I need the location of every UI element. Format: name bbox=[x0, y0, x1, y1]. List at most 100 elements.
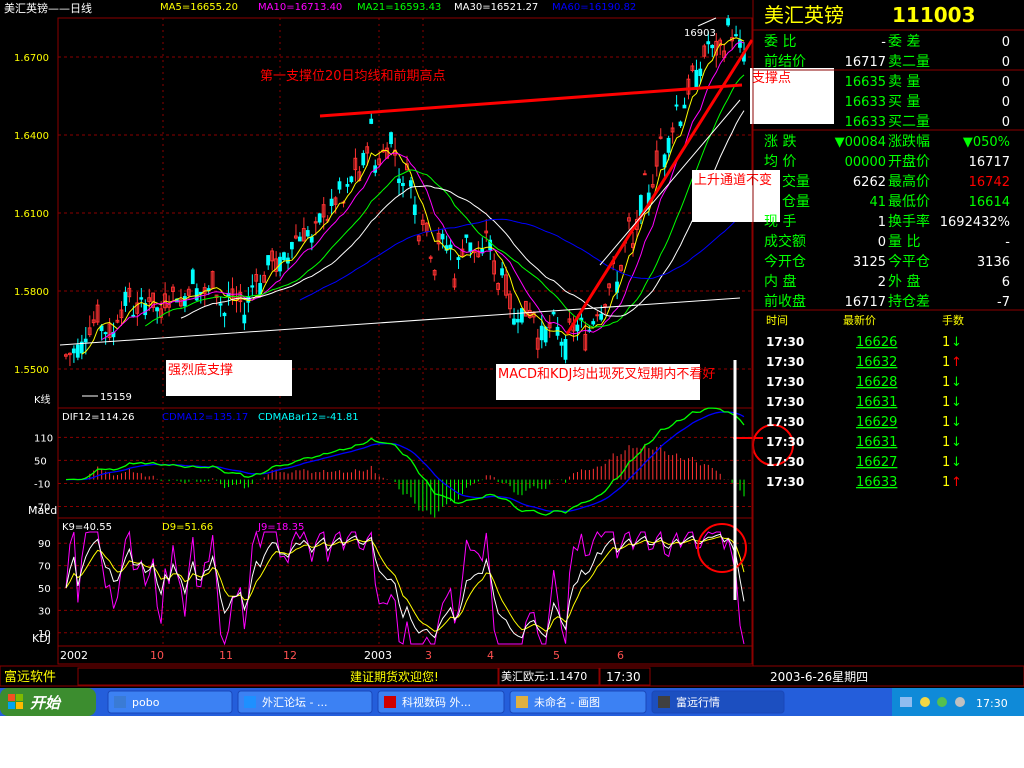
y-tick-label: 1.6400 bbox=[14, 131, 49, 142]
taskbar-task-button[interactable]: 科视数码 外... bbox=[377, 690, 505, 714]
quote-label-fragment: 交量 bbox=[782, 173, 810, 190]
annotation-support-point: 支撑点 bbox=[752, 71, 791, 86]
x-tick-label: 11 bbox=[219, 649, 233, 662]
quote-value: 1 bbox=[878, 215, 886, 230]
trade-direction-icon: ↓ bbox=[951, 395, 962, 410]
trade-qty: 1 bbox=[942, 335, 950, 350]
quote-value: 1692432% bbox=[940, 215, 1010, 230]
candle-body bbox=[734, 34, 738, 37]
taskbar-task-button[interactable]: 富远行情 bbox=[651, 690, 785, 714]
taskbar-task-button[interactable]: 外汇论坛 - ... bbox=[237, 690, 373, 714]
candle-body bbox=[282, 252, 286, 261]
volume-icon[interactable] bbox=[955, 697, 965, 707]
candle-body bbox=[266, 255, 270, 266]
candle-body bbox=[182, 296, 187, 307]
candle-body bbox=[512, 318, 516, 325]
trade-time: 17:30 bbox=[766, 335, 804, 349]
macd-value: CDMA12=135.17 bbox=[162, 412, 248, 423]
candle-body bbox=[401, 182, 405, 187]
candle-body bbox=[345, 184, 350, 187]
trade-direction-icon: ↓ bbox=[951, 415, 962, 430]
candle-body bbox=[595, 314, 600, 317]
y-tick-label: 50 bbox=[34, 456, 47, 467]
trade-direction-icon: ↓ bbox=[951, 455, 962, 470]
kdj-value: K9=40.55 bbox=[62, 522, 112, 533]
kdj-header: K9=40.55 D9=51.66 J9=18.35 bbox=[62, 522, 304, 533]
low-price-label: 15159 bbox=[100, 392, 132, 403]
trade-direction-icon: ↑ bbox=[951, 355, 962, 370]
annotation-macd-kdj: MACD和KDJ均出现死叉短期内不看好 bbox=[498, 366, 715, 382]
quote-value: ▼050% bbox=[963, 135, 1010, 150]
high-price-label: 16903 bbox=[684, 28, 716, 39]
quote-label: 今开仓 bbox=[764, 254, 806, 270]
y-tick-label: 110 bbox=[34, 433, 53, 444]
status-bar: 富远软件 建证期货欢迎您! 美汇欧元:1.1470 17:30 2003-6-2… bbox=[0, 665, 1024, 687]
windows-taskbar: 开始 pobo 外汇论坛 - ... 科视数码 外... 未命名 - 画图 富远行情 1… bbox=[0, 688, 1024, 716]
instrument-name: 美汇英镑 bbox=[764, 3, 844, 27]
quote-value: 0 bbox=[878, 235, 886, 250]
start-label: 开始 bbox=[30, 694, 62, 712]
trade-direction-icon: ↓ bbox=[951, 335, 962, 350]
trade-time: 17:30 bbox=[766, 455, 804, 469]
quote-value: - bbox=[881, 35, 886, 50]
ma-label: MA60=16190.82 bbox=[552, 2, 636, 13]
candle-body bbox=[290, 242, 294, 250]
quote-value: 2 bbox=[878, 275, 886, 290]
quote-label: 均 价 bbox=[764, 154, 796, 170]
trade-price: 16631 bbox=[856, 395, 897, 410]
candle-body bbox=[440, 233, 445, 240]
user-icon[interactable] bbox=[937, 697, 947, 707]
start-button[interactable]: 开始 bbox=[0, 688, 96, 716]
trade-qty: 1 bbox=[942, 475, 950, 490]
annotation-support-ma20: 第一支撑位20日均线和前期高点 bbox=[260, 68, 446, 84]
candle-body bbox=[698, 68, 703, 76]
status-date: 2003-6-26星期四 bbox=[770, 670, 868, 684]
quote-value: -7 bbox=[997, 295, 1010, 310]
candle-body bbox=[397, 178, 401, 184]
quote-value: 3125 bbox=[853, 255, 886, 270]
taskbar-task-button[interactable]: pobo bbox=[107, 690, 233, 714]
trade-time: 17:30 bbox=[766, 395, 804, 409]
task-label: 外汇论坛 - ... bbox=[262, 695, 327, 709]
candle-body bbox=[456, 257, 461, 260]
quote-value: 41 bbox=[869, 195, 886, 210]
candle-body bbox=[559, 341, 564, 346]
quote-label: 内 盘 bbox=[764, 273, 796, 290]
candle-body bbox=[337, 181, 342, 190]
trade-price: 16628 bbox=[856, 375, 897, 390]
candle-body bbox=[543, 327, 548, 343]
y-tick-label: -10 bbox=[34, 479, 50, 490]
messenger-icon[interactable] bbox=[920, 697, 930, 707]
candle-body bbox=[71, 348, 76, 354]
candle-body bbox=[674, 104, 679, 107]
quote-label: 前结价 bbox=[764, 53, 806, 70]
candle-body bbox=[190, 269, 195, 285]
trade-time: 17:30 bbox=[766, 435, 804, 449]
trade-price: 16633 bbox=[856, 475, 897, 490]
trade-direction-icon: ↓ bbox=[951, 375, 962, 390]
quote-label: 持仓差 bbox=[888, 294, 930, 310]
y-tick-label: 1.5800 bbox=[14, 287, 49, 298]
quote-label: 买二量 bbox=[888, 114, 930, 130]
trade-direction-icon: ↓ bbox=[951, 435, 962, 450]
candle-body bbox=[516, 318, 520, 323]
trade-qty: 1 bbox=[942, 395, 950, 410]
ma-label: MA30=16521.27 bbox=[454, 2, 538, 13]
quote-label: 最低价 bbox=[888, 194, 930, 210]
quote-value: 16635 bbox=[845, 75, 886, 90]
quote-value: 16614 bbox=[969, 195, 1010, 210]
ma-label: MA5=16655.20 bbox=[160, 2, 238, 13]
network-icon[interactable] bbox=[900, 697, 912, 707]
y-tick-label: 30 bbox=[38, 606, 51, 617]
quote-label: 涨 跌 bbox=[764, 134, 796, 150]
quote-value: 0 bbox=[1002, 95, 1010, 110]
taskbar-task-button[interactable]: 未命名 - 画图 bbox=[509, 690, 647, 714]
ma-legend: MA5=16655.20 MA10=16713.40 MA21=16593.43 MA… bbox=[160, 2, 636, 13]
candle-body bbox=[575, 324, 580, 332]
trade-price: 16631 bbox=[856, 435, 897, 450]
quote-label: 委 比 bbox=[764, 34, 796, 50]
x-tick-label: 4 bbox=[487, 649, 494, 662]
candle-body bbox=[361, 152, 366, 166]
trade-time: 17:30 bbox=[766, 375, 804, 389]
quote-value: 16717 bbox=[845, 55, 886, 70]
